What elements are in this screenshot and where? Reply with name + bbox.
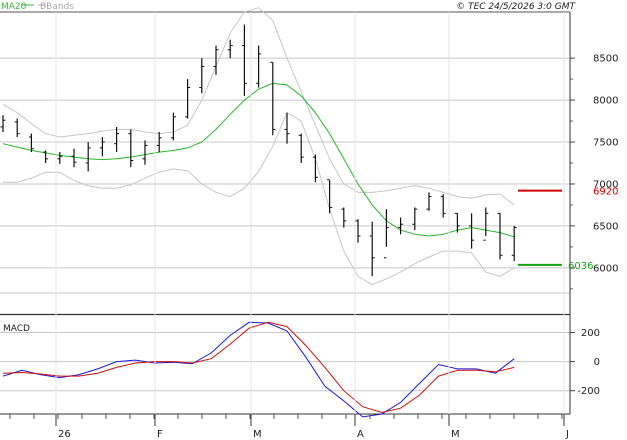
x-tick-label: A [357, 429, 364, 440]
x-tick-label: F [157, 429, 163, 440]
price-y-tick-label: 8500 [593, 54, 618, 65]
ma20-legend-label: MA20 [1, 2, 27, 12]
price-y-tick-label: 7500 [593, 138, 618, 149]
price-y-tick-label: 7000 [593, 179, 618, 190]
macd-y-tick-label: 200 [581, 328, 600, 339]
copyright-stamp: © TEC 24/5/2026 3:0 GMT [456, 2, 576, 12]
x-tick-label: M [253, 429, 262, 440]
macd-y-tick-label: -200 [577, 386, 600, 397]
macd-y-tick-label: 0 [594, 357, 600, 368]
x-tick-label: 26 [58, 429, 71, 440]
stock-chart: 69206036 850080007500700065006000 2000-2… [0, 0, 627, 440]
x-tick-label: M [451, 429, 460, 440]
x-tick-label: J [565, 429, 569, 440]
price-y-tick-label: 6500 [593, 221, 618, 232]
price-y-tick-label: 6000 [593, 263, 618, 274]
price-y-tick-label: 8000 [593, 96, 618, 107]
reference-line-label: 6036 [568, 261, 593, 272]
bbands-legend-label: BBands [40, 2, 74, 12]
macd-title: MACD [3, 324, 30, 334]
